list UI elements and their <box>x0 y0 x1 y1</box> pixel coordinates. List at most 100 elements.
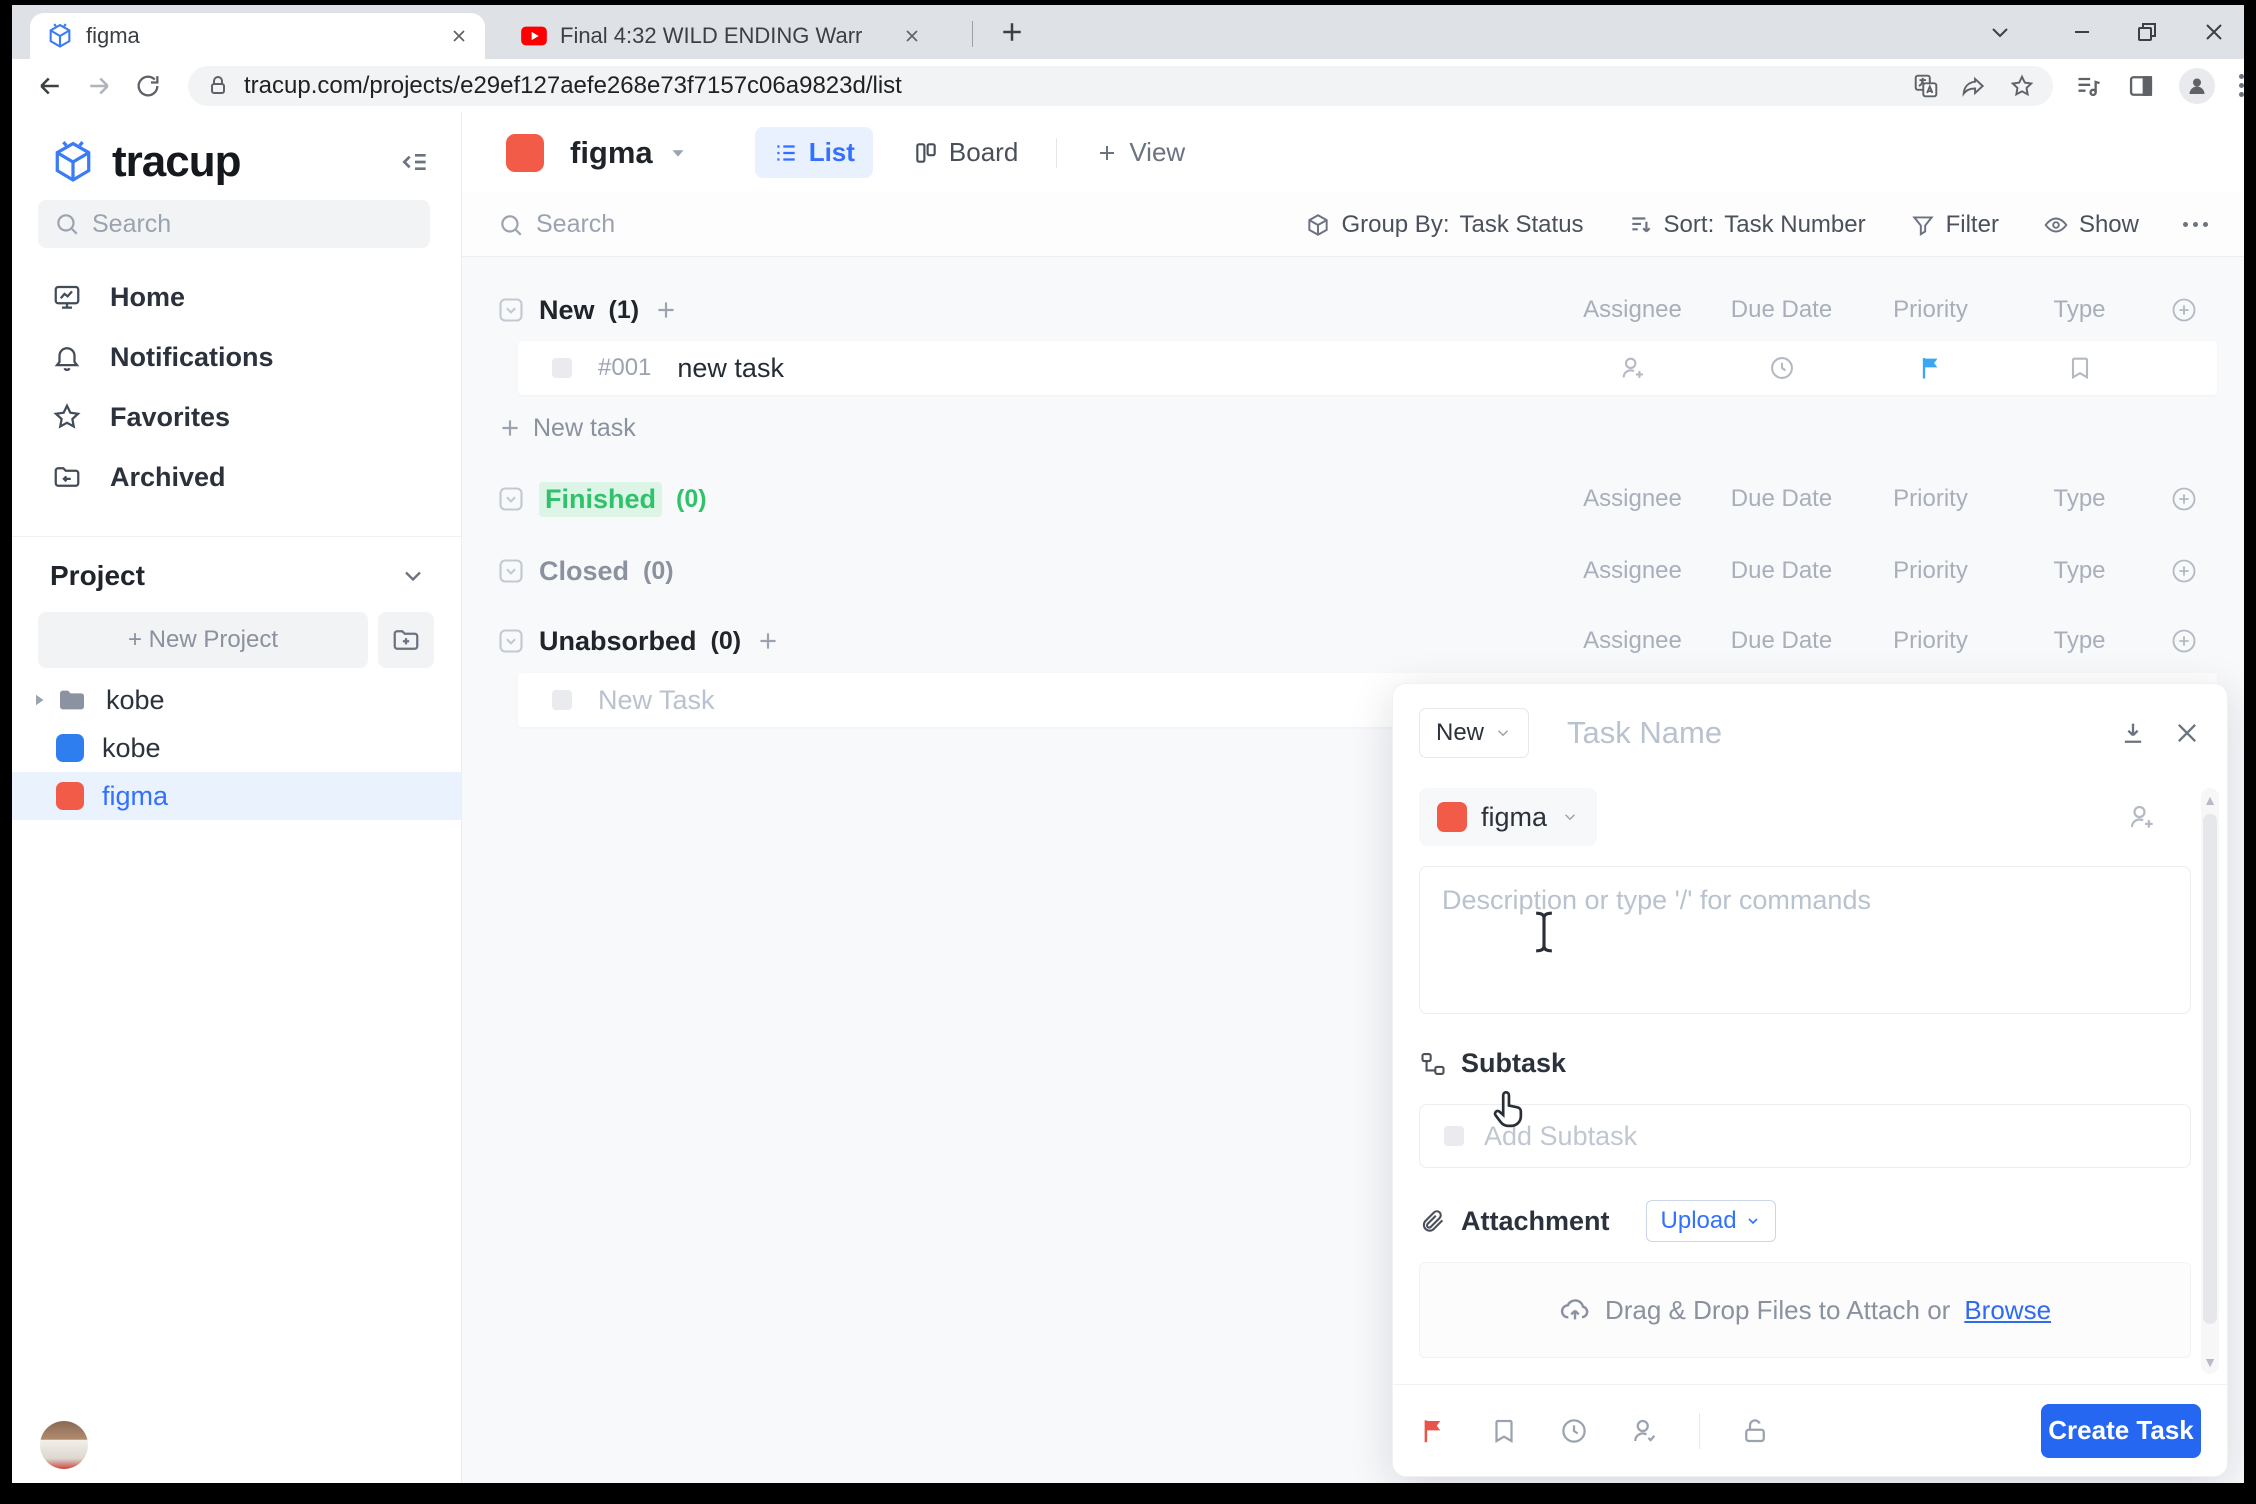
more-icon[interactable] <box>2183 222 2208 227</box>
group-by-control[interactable]: Group By: Task Status <box>1305 211 1583 239</box>
caret-down-icon[interactable] <box>667 142 689 164</box>
close-tab-icon[interactable] <box>902 26 922 46</box>
eye-icon <box>2043 212 2069 238</box>
section-checkbox-icon[interactable] <box>497 485 525 513</box>
task-type-icon[interactable] <box>1489 1416 1519 1446</box>
collapse-sidebar-icon[interactable] <box>399 146 431 178</box>
section-checkbox-icon[interactable] <box>497 296 525 324</box>
text-cursor <box>1527 910 1561 954</box>
user-avatar[interactable] <box>40 1421 88 1469</box>
due-date-icon[interactable] <box>1707 354 1856 382</box>
scroll-down-icon[interactable]: ▼ <box>2201 1354 2219 1370</box>
task-name-input[interactable] <box>1567 715 2119 751</box>
tab-figma[interactable]: figma <box>30 13 485 59</box>
attachment-section-label: Attachment Upload <box>1419 1200 1776 1242</box>
task-row[interactable]: #001 new task <box>518 341 2217 395</box>
project-section-header[interactable]: Project <box>50 550 427 602</box>
media-controls-icon[interactable] <box>2075 72 2103 100</box>
bookmark-star-icon[interactable] <box>2009 73 2035 99</box>
priority-flag-icon[interactable] <box>1419 1416 1449 1446</box>
type-icon[interactable] <box>2005 354 2154 382</box>
add-new-task-row[interactable]: New task <box>462 401 2217 455</box>
sidebar-item-notifications[interactable]: Notifications <box>12 327 461 387</box>
tab-youtube[interactable]: Final 4:32 WILD ENDING Warr <box>504 13 959 59</box>
new-folder-button[interactable] <box>378 612 434 668</box>
browse-link[interactable]: Browse <box>1964 1295 2051 1326</box>
window-restore-icon[interactable] <box>2117 5 2177 59</box>
filter-control[interactable]: Filter <box>1910 211 1999 239</box>
add-subtask-input[interactable] <box>1484 1121 2166 1152</box>
create-task-button[interactable]: Create Task <box>2041 1404 2201 1458</box>
profile-avatar-icon[interactable] <box>2179 68 2215 104</box>
sidepanel-icon[interactable] <box>2127 72 2155 100</box>
reload-icon[interactable] <box>123 72 172 100</box>
new-tab-button[interactable] <box>997 17 1027 47</box>
section-checkbox-icon[interactable] <box>497 627 525 655</box>
tab-list-view[interactable]: List <box>755 127 873 178</box>
group-by-value: Task Status <box>1459 211 1583 239</box>
task-title[interactable]: new task <box>677 353 784 384</box>
section-header-new: New (1) Assignee Due Date Priority Type <box>462 283 2217 337</box>
priority-flag-icon[interactable] <box>1856 354 2005 382</box>
add-subtask-box[interactable] <box>1419 1104 2191 1168</box>
sort-control[interactable]: Sort: Task Number <box>1628 211 1866 239</box>
collapse-panel-icon[interactable] <box>2119 719 2147 747</box>
sidebar-item-favorites[interactable]: Favorites <box>12 387 461 447</box>
add-task-icon[interactable] <box>755 628 781 654</box>
assignee-add-icon[interactable] <box>1558 354 1707 382</box>
window-dropdown-icon[interactable] <box>1970 5 2030 59</box>
tab-board-view[interactable]: Board <box>895 127 1036 178</box>
close-panel-icon[interactable] <box>2173 719 2201 747</box>
file-dropzone[interactable]: Drag & Drop Files to Attach or Browse <box>1419 1262 2191 1358</box>
translate-icon[interactable] <box>1913 73 1939 99</box>
assignee-icon[interactable] <box>1629 1416 1659 1446</box>
scroll-up-icon[interactable]: ▲ <box>2201 792 2219 808</box>
add-column-icon[interactable] <box>2154 627 2214 655</box>
forward-icon[interactable] <box>75 71 124 101</box>
project-select-chip[interactable]: figma <box>1419 788 1597 846</box>
sidebar-item-archived[interactable]: Archived <box>12 447 461 507</box>
window-minimize-icon[interactable] <box>2052 5 2112 59</box>
subtask-label: Subtask <box>1461 1048 1566 1079</box>
sidebar-search-input[interactable] <box>92 210 414 239</box>
project-color-swatch <box>56 734 84 762</box>
sidebar: tracup Home Not <box>12 112 462 1483</box>
scrollbar-thumb[interactable] <box>2203 814 2217 1324</box>
back-icon[interactable] <box>26 71 75 101</box>
privacy-lock-icon[interactable] <box>1740 1416 1770 1446</box>
add-column-icon[interactable] <box>2154 296 2214 324</box>
section-name: Finished <box>539 482 662 517</box>
share-icon[interactable] <box>1961 73 1987 99</box>
new-project-button[interactable]: + New Project <box>38 612 368 668</box>
panel-assignee-add-icon[interactable] <box>2127 802 2157 832</box>
project-row-kobe[interactable]: kobe <box>12 724 461 772</box>
project-row-figma[interactable]: figma <box>12 772 461 820</box>
project-name: kobe <box>102 733 161 764</box>
panel-scrollbar[interactable]: ▲ ▼ <box>2201 788 2219 1374</box>
status-dropdown[interactable]: New <box>1419 708 1529 758</box>
section-checkbox-icon[interactable] <box>497 557 525 585</box>
expand-arrow-icon[interactable] <box>30 691 48 709</box>
add-view-button[interactable]: View <box>1077 127 1203 178</box>
project-row-kobe-folder[interactable]: kobe <box>12 676 461 724</box>
add-column-icon[interactable] <box>2154 485 2214 513</box>
chrome-menu-icon[interactable] <box>2239 74 2244 97</box>
youtube-favicon <box>520 22 548 50</box>
upload-button[interactable]: Upload <box>1646 1200 1776 1242</box>
close-tab-icon[interactable] <box>449 26 469 46</box>
due-date-icon[interactable] <box>1559 1416 1589 1446</box>
address-bar[interactable]: tracup.com/projects/e29ef127aefe268e73f7… <box>188 66 2053 106</box>
add-task-icon[interactable] <box>653 297 679 323</box>
tab-strip: figma Final 4:32 WILD ENDING Warr <box>12 5 2244 59</box>
project-section-title: Project <box>50 560 145 592</box>
list-search[interactable]: Search <box>498 210 615 239</box>
add-column-icon[interactable] <box>2154 557 2214 585</box>
new-task-placeholder[interactable]: New Task <box>598 685 715 716</box>
section-count: (0) <box>711 627 742 656</box>
window-close-icon[interactable] <box>2184 5 2244 59</box>
sidebar-item-home[interactable]: Home <box>12 267 461 327</box>
sidebar-search[interactable] <box>38 200 430 248</box>
section-name: Unabsorbed <box>539 626 697 657</box>
show-control[interactable]: Show <box>2043 211 2139 239</box>
task-drag-handle[interactable] <box>552 358 572 378</box>
